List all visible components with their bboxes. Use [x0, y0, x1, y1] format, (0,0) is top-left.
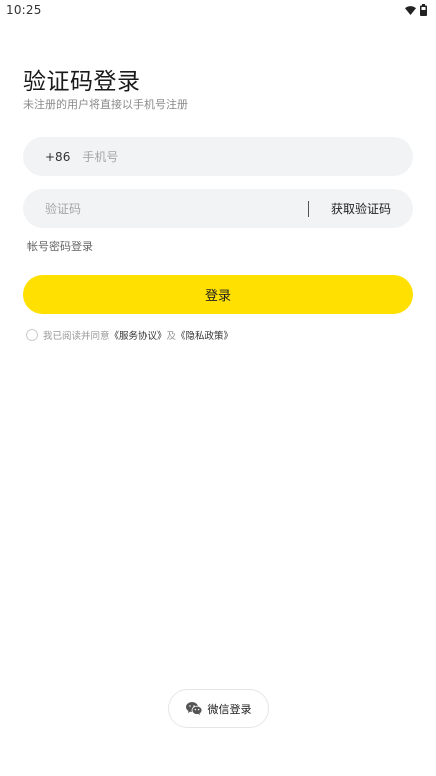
wechat-login-button[interactable]: 微信登录 — [168, 689, 269, 728]
status-bar: 10:25 — [0, 0, 436, 20]
get-code-button[interactable]: 获取验证码 — [331, 200, 391, 217]
phone-field[interactable]: +86 手机号 — [23, 137, 413, 176]
privacy-policy-link[interactable]: 《隐私政策》 — [176, 328, 233, 342]
country-code-selector[interactable]: +86 — [45, 150, 70, 164]
wechat-login-label: 微信登录 — [207, 702, 252, 716]
login-button[interactable]: 登录 — [23, 275, 413, 314]
battery-icon — [420, 4, 427, 16]
agreement-conjunction: 及 — [166, 331, 177, 342]
password-login-link[interactable]: 帐号密码登录 — [27, 238, 93, 254]
status-icons — [405, 4, 427, 16]
wifi-icon — [405, 5, 416, 15]
agree-checkbox[interactable] — [26, 329, 38, 341]
verification-code-field[interactable]: 验证码 获取验证码 — [23, 189, 413, 228]
wechat-icon — [185, 702, 202, 715]
page-subtitle: 未注册的用户将直接以手机号注册 — [23, 98, 188, 111]
agreement-prefix: 我已阅读并同意 — [43, 331, 110, 342]
status-time: 10:25 — [6, 3, 42, 17]
phone-input-placeholder[interactable]: 手机号 — [82, 148, 118, 165]
agreement-row: 我已阅读并同意 《服务协议》 及 《隐私政策》 — [26, 328, 233, 342]
field-divider — [307, 200, 309, 217]
code-input-placeholder[interactable]: 验证码 — [45, 200, 308, 217]
login-screen: 10:25 验证码登录 未注册的用户将直接以手机号注册 +86 手机号 验证码 … — [0, 0, 436, 776]
page-title: 验证码登录 — [23, 69, 141, 95]
service-agreement-link[interactable]: 《服务协议》 — [110, 328, 167, 342]
